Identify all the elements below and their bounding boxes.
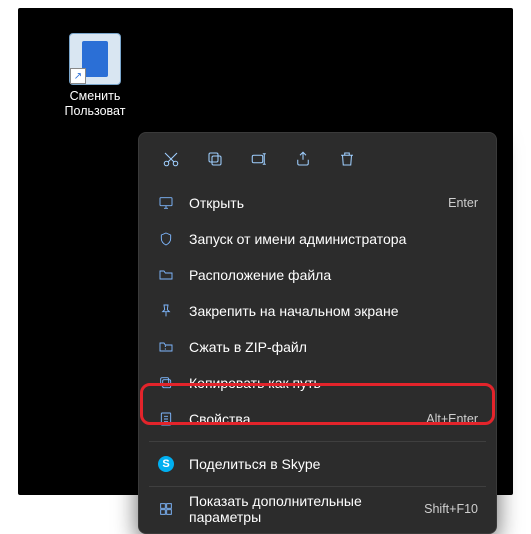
pin-icon [157, 302, 175, 320]
menu-label: Запуск от имени администратора [189, 231, 478, 247]
copy-button[interactable] [195, 141, 235, 177]
menu-item-zip[interactable]: Сжать в ZIP-файл [145, 329, 490, 365]
share-icon [294, 150, 312, 168]
skype-icon: S [157, 455, 175, 473]
cut-icon [162, 150, 180, 168]
menu-accel: Alt+Enter [426, 412, 478, 426]
delete-icon [338, 150, 356, 168]
shield-icon [157, 230, 175, 248]
archive-icon [157, 338, 175, 356]
menu-item-open[interactable]: Открыть Enter [145, 185, 490, 221]
shortcut-icon: ↗ [69, 33, 121, 85]
menu-item-pin-start[interactable]: Закрепить на начальном экране [145, 293, 490, 329]
menu-label: Поделиться в Skype [189, 456, 478, 472]
props-icon [157, 410, 175, 428]
shortcut-label: Сменить Пользоват [53, 89, 137, 119]
menu-item-copy-path[interactable]: Копировать как путь [145, 365, 490, 401]
cut-button[interactable] [151, 141, 191, 177]
rename-icon [250, 150, 268, 168]
rename-button[interactable] [239, 141, 279, 177]
delete-button[interactable] [327, 141, 367, 177]
menu-separator [149, 486, 486, 487]
menu-accel: Shift+F10 [424, 502, 478, 516]
menu-separator [149, 441, 486, 442]
menu-item-skype[interactable]: S Поделиться в Skype [145, 446, 490, 482]
menu-item-more-options[interactable]: Показать дополнительные параметры Shift+… [145, 491, 490, 527]
monitor-icon [157, 194, 175, 212]
desktop-shortcut[interactable]: ↗ Сменить Пользоват [53, 33, 137, 119]
menu-label: Расположение файла [189, 267, 478, 283]
share-button[interactable] [283, 141, 323, 177]
copy-icon [206, 150, 224, 168]
context-menu: Открыть Enter Запуск от имени администра… [138, 132, 497, 534]
menu-item-open-location[interactable]: Расположение файла [145, 257, 490, 293]
action-bar [145, 139, 490, 185]
menu-item-properties[interactable]: Свойства Alt+Enter [145, 401, 490, 437]
menu-label: Сжать в ZIP-файл [189, 339, 478, 355]
menu-label: Копировать как путь [189, 375, 478, 391]
shortcut-arrow-icon: ↗ [70, 68, 86, 84]
menu-item-run-admin[interactable]: Запуск от имени администратора [145, 221, 490, 257]
menu-label: Открыть [189, 195, 434, 211]
folder-icon [157, 266, 175, 284]
menu-label: Закрепить на начальном экране [189, 303, 478, 319]
menu-label: Показать дополнительные параметры [189, 493, 410, 525]
menu-label: Свойства [189, 411, 412, 427]
menu-accel: Enter [448, 196, 478, 210]
desktop: ↗ Сменить Пользоват [18, 8, 513, 495]
copypath-icon [157, 374, 175, 392]
